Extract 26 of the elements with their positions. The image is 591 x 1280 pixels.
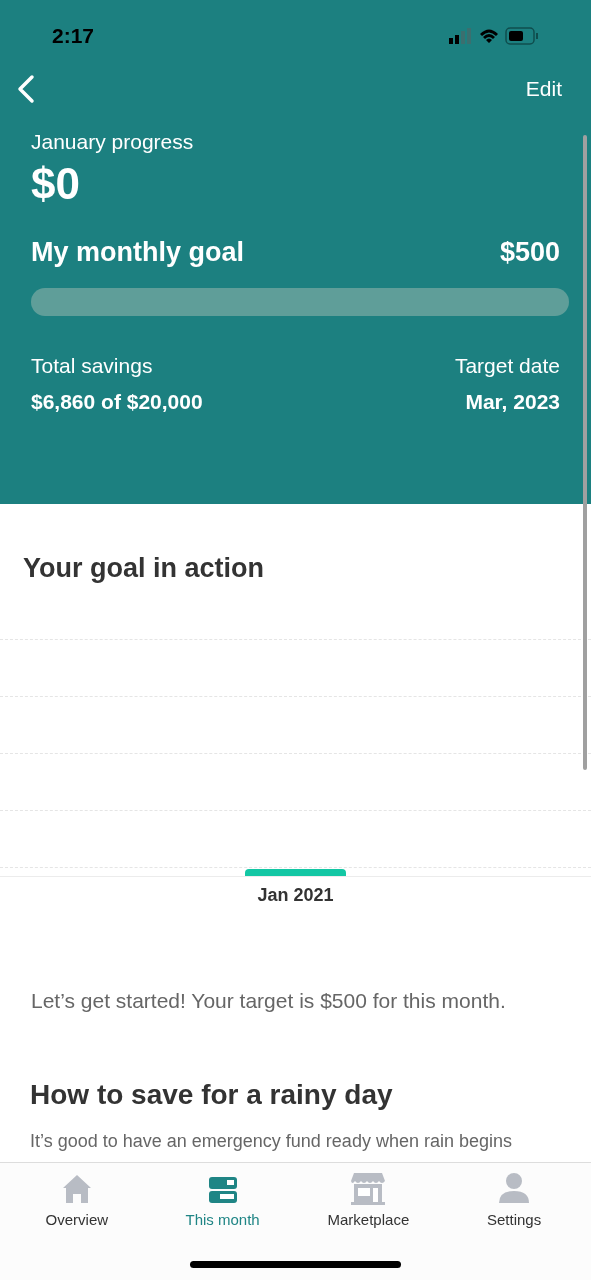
article-text: It’s good to have an emergency fund ready when rain begins [29,1130,513,1153]
total-savings-value: $6,860 of $20,000 [31,388,203,415]
goal-amount: $500 [499,235,560,269]
status-time: 2:17 [52,23,95,50]
target-date-value: Mar, 2023 [465,388,560,415]
back-icon [16,74,36,104]
progress-amount: $0 [31,157,81,210]
tab[interactable]: This month [152,1169,293,1232]
signal-icon [449,28,473,44]
progress-label: January progress [31,129,195,155]
section-title: Your goal in action [22,552,265,585]
battery-icon [505,27,539,45]
target-date-label: Target date [454,353,560,379]
tab[interactable]: Marketplace [298,1169,439,1232]
toggle-list-icon [207,1175,238,1205]
wifi-icon [479,28,499,44]
goal-message: Let’s get started! Your target is $500 for this month. [30,987,507,1014]
store-icon [350,1171,387,1205]
tab[interactable]: Settings [444,1169,585,1232]
month-label: Jan 2021 [256,884,335,907]
article-title: How to save for a rainy day [29,1078,394,1112]
person-icon [498,1171,531,1205]
total-savings-label: Total savings [31,353,154,379]
goal-label: My monthly goal [31,235,244,269]
edit-button[interactable]: Edit [525,73,562,105]
tab[interactable]: Overview [6,1169,147,1232]
